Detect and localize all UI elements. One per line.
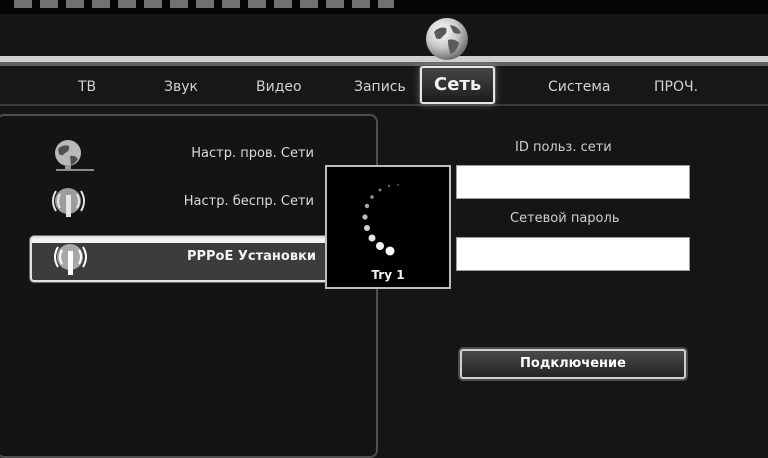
connect-button[interactable]: Подключение: [460, 349, 686, 379]
settings-screen: ТВ Звук Видео Запись Сеть Система ПРОЧ. …: [0, 0, 768, 458]
tab-tv[interactable]: ТВ: [78, 79, 96, 95]
connecting-popup: Try 1: [325, 165, 451, 289]
tab-network[interactable]: Сеть: [420, 66, 496, 104]
menu-item-wired-network[interactable]: Настр. пров. Сети: [30, 134, 328, 176]
password-label: Сетевой пароль: [510, 211, 620, 226]
password-field[interactable]: [456, 237, 690, 271]
tab-system[interactable]: Система: [548, 79, 610, 95]
wireless-antenna-icon: [52, 188, 85, 217]
tab-misc[interactable]: ПРОЧ.: [654, 79, 698, 95]
tab-sound[interactable]: Звук: [164, 79, 198, 95]
menu-item-label: PPPoE Установки: [186, 249, 316, 264]
user-id-label: ID польз. сети: [515, 140, 612, 155]
menu-item-wireless-network[interactable]: Настр. беспр. Сети: [30, 182, 328, 224]
connection-attempt-status: Try 1: [371, 268, 405, 282]
menu-item-pppoe[interactable]: PPPoE Установки: [30, 236, 332, 282]
tab-video[interactable]: Видео: [256, 79, 302, 95]
menu-item-label: Настр. пров. Сети: [191, 146, 314, 161]
globe-icon: [426, 18, 468, 60]
tab-record[interactable]: Запись: [354, 79, 406, 95]
top-decoration: [14, 0, 394, 8]
loading-spinner-icon: [362, 184, 399, 256]
top-bar: [0, 0, 768, 14]
user-id-field[interactable]: [456, 165, 690, 199]
wired-network-globe-icon: [55, 140, 94, 171]
wireless-antenna-icon: [54, 244, 87, 275]
menu-item-label: Настр. беспр. Сети: [183, 194, 314, 209]
